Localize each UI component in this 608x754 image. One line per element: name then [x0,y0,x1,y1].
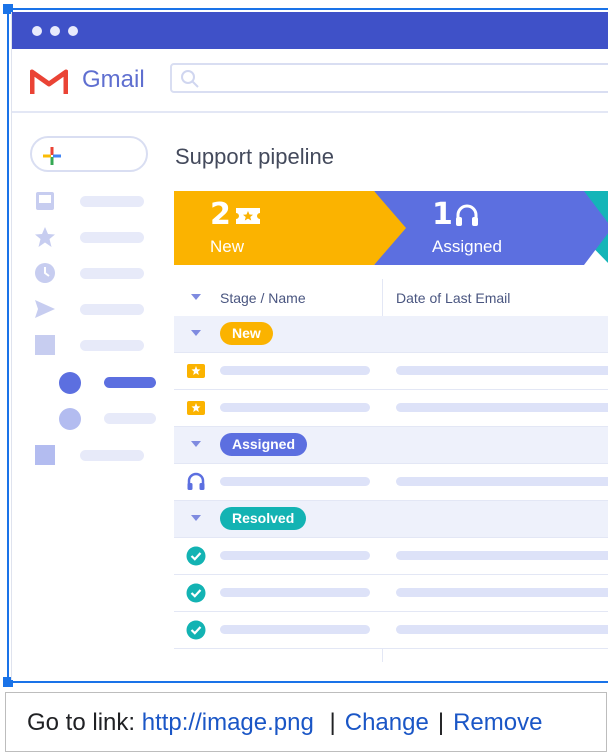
stage-label: Assigned [432,237,502,256]
nav-placeholder [104,413,156,424]
cell-placeholder [220,588,370,597]
compose-button[interactable] [30,136,148,172]
ticket-icon [236,208,260,224]
link-separator: | [437,709,445,736]
nav-placeholder [80,304,144,315]
nav-placeholder [80,450,144,461]
column-header-date[interactable]: Date of Last Email [396,290,510,306]
table-header: Stage / Name Date of Last Email [174,279,608,317]
gmail-header: Gmail [12,49,608,113]
app-name: Gmail [82,66,145,93]
window-dot [32,26,42,36]
nav-placeholder [80,232,144,243]
stage-count: 1 [432,197,453,232]
table-row[interactable] [174,390,608,427]
search-icon [181,70,199,88]
table-row[interactable] [174,612,608,649]
pipeline-stages: 2 New 1 Assigned [174,191,608,265]
label-square-icon[interactable] [34,334,56,356]
star-icon[interactable] [34,226,56,248]
link-bubble: Go to link: http://image.png | Change | Rem… [5,692,607,752]
chevron-down-icon[interactable] [191,330,201,336]
plus-icon [43,147,61,165]
ticket-icon [187,401,205,415]
table-row[interactable] [174,575,608,612]
search-input[interactable] [170,63,608,93]
headset-icon [187,472,205,490]
cell-placeholder [396,477,608,486]
nav-placeholder [80,268,144,279]
chevron-down-icon[interactable] [191,441,201,447]
cell-placeholder [396,366,608,375]
ticket-icon [187,364,205,378]
table-row[interactable] [174,353,608,390]
table-row[interactable] [174,538,608,575]
cell-placeholder [220,551,370,560]
cell-placeholder [220,403,370,412]
inbox-icon[interactable] [34,190,56,212]
send-icon[interactable] [34,298,56,320]
embedded-image[interactable]: Gmail Support pipeline 2 New 1 Assigned … [11,12,608,680]
cell-placeholder [396,625,608,634]
nav-placeholder-active [104,377,156,388]
status-badge: Assigned [220,433,308,456]
label-dot-icon[interactable] [58,407,82,431]
stage-new[interactable]: 2 New [174,191,394,265]
remove-link-button[interactable]: Remove [453,709,542,736]
check-circle-icon [186,583,206,603]
stage-assigned[interactable]: 1 Assigned [404,191,584,265]
headset-icon [456,204,478,226]
group-row-resolved[interactable]: Resolved [174,501,608,538]
check-circle-icon [186,546,206,566]
column-header-stage-name[interactable]: Stage / Name [220,290,306,306]
chevron-down-icon[interactable] [191,294,201,300]
nav-placeholder [80,340,144,351]
status-badge: New [220,322,273,345]
check-circle-icon [186,620,206,640]
cell-placeholder [220,366,370,375]
group-row-assigned[interactable]: Assigned [174,427,608,464]
cell-placeholder [396,551,608,560]
cell-placeholder [396,403,608,412]
window-dot [68,26,78,36]
link-url[interactable]: http://image.png [142,709,314,736]
nav-placeholder [80,196,144,207]
stage-label: New [210,237,245,256]
window-dot [50,26,60,36]
label-square-icon[interactable] [34,444,56,466]
label-dot-icon[interactable] [58,371,82,395]
status-badge: Resolved [220,507,307,530]
link-prefix: Go to link: [27,709,136,736]
window-titlebar [12,12,608,49]
group-row-new[interactable]: New [174,316,608,353]
change-link-button[interactable]: Change [345,709,429,736]
chevron-down-icon[interactable] [191,515,201,521]
cell-placeholder [220,625,370,634]
stage-count: 2 [210,197,231,232]
page-title: Support pipeline [175,144,335,169]
table-row[interactable] [174,464,608,501]
gmail-logo-icon [30,69,68,94]
cell-placeholder [396,588,608,597]
link-separator: | [329,709,336,736]
clock-icon[interactable] [34,262,56,284]
cell-placeholder [220,477,370,486]
